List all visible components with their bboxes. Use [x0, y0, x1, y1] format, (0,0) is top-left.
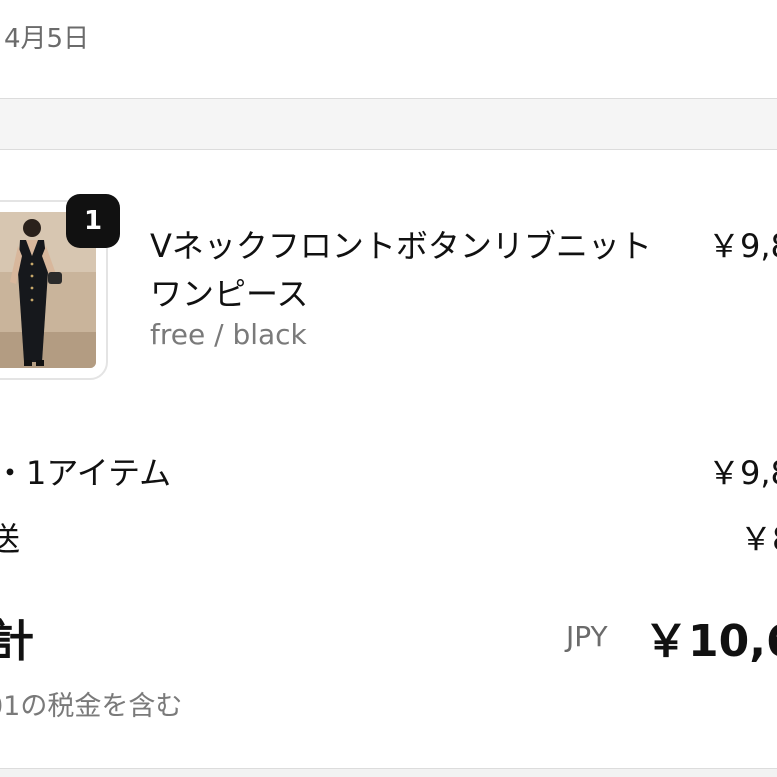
currency-code: JPY — [566, 620, 608, 653]
bottom-divider — [0, 768, 777, 777]
subtotal-label: ・1アイテム — [0, 454, 172, 492]
quantity-badge: 1 — [66, 194, 120, 248]
shipping-label: 送 — [0, 520, 21, 558]
order-summary-page: 4月5日 1 Vネックフロントボタンリブニットワンピース free / blac… — [0, 0, 777, 777]
tax-note: 01の税金を含む — [0, 691, 183, 722]
product-variant: free / black — [150, 318, 307, 351]
subtotal-value: ￥9,8 — [708, 454, 777, 492]
section-divider — [0, 98, 777, 150]
product-name[interactable]: Vネックフロントボタンリブニットワンピース — [150, 222, 680, 318]
total-value: ￥10,6 — [644, 616, 777, 667]
shipping-value: ￥8 — [740, 520, 777, 558]
product-price: ￥9,8 — [708, 227, 777, 265]
order-date: 4月5日 — [4, 24, 90, 54]
total-label: 計 — [0, 616, 34, 667]
